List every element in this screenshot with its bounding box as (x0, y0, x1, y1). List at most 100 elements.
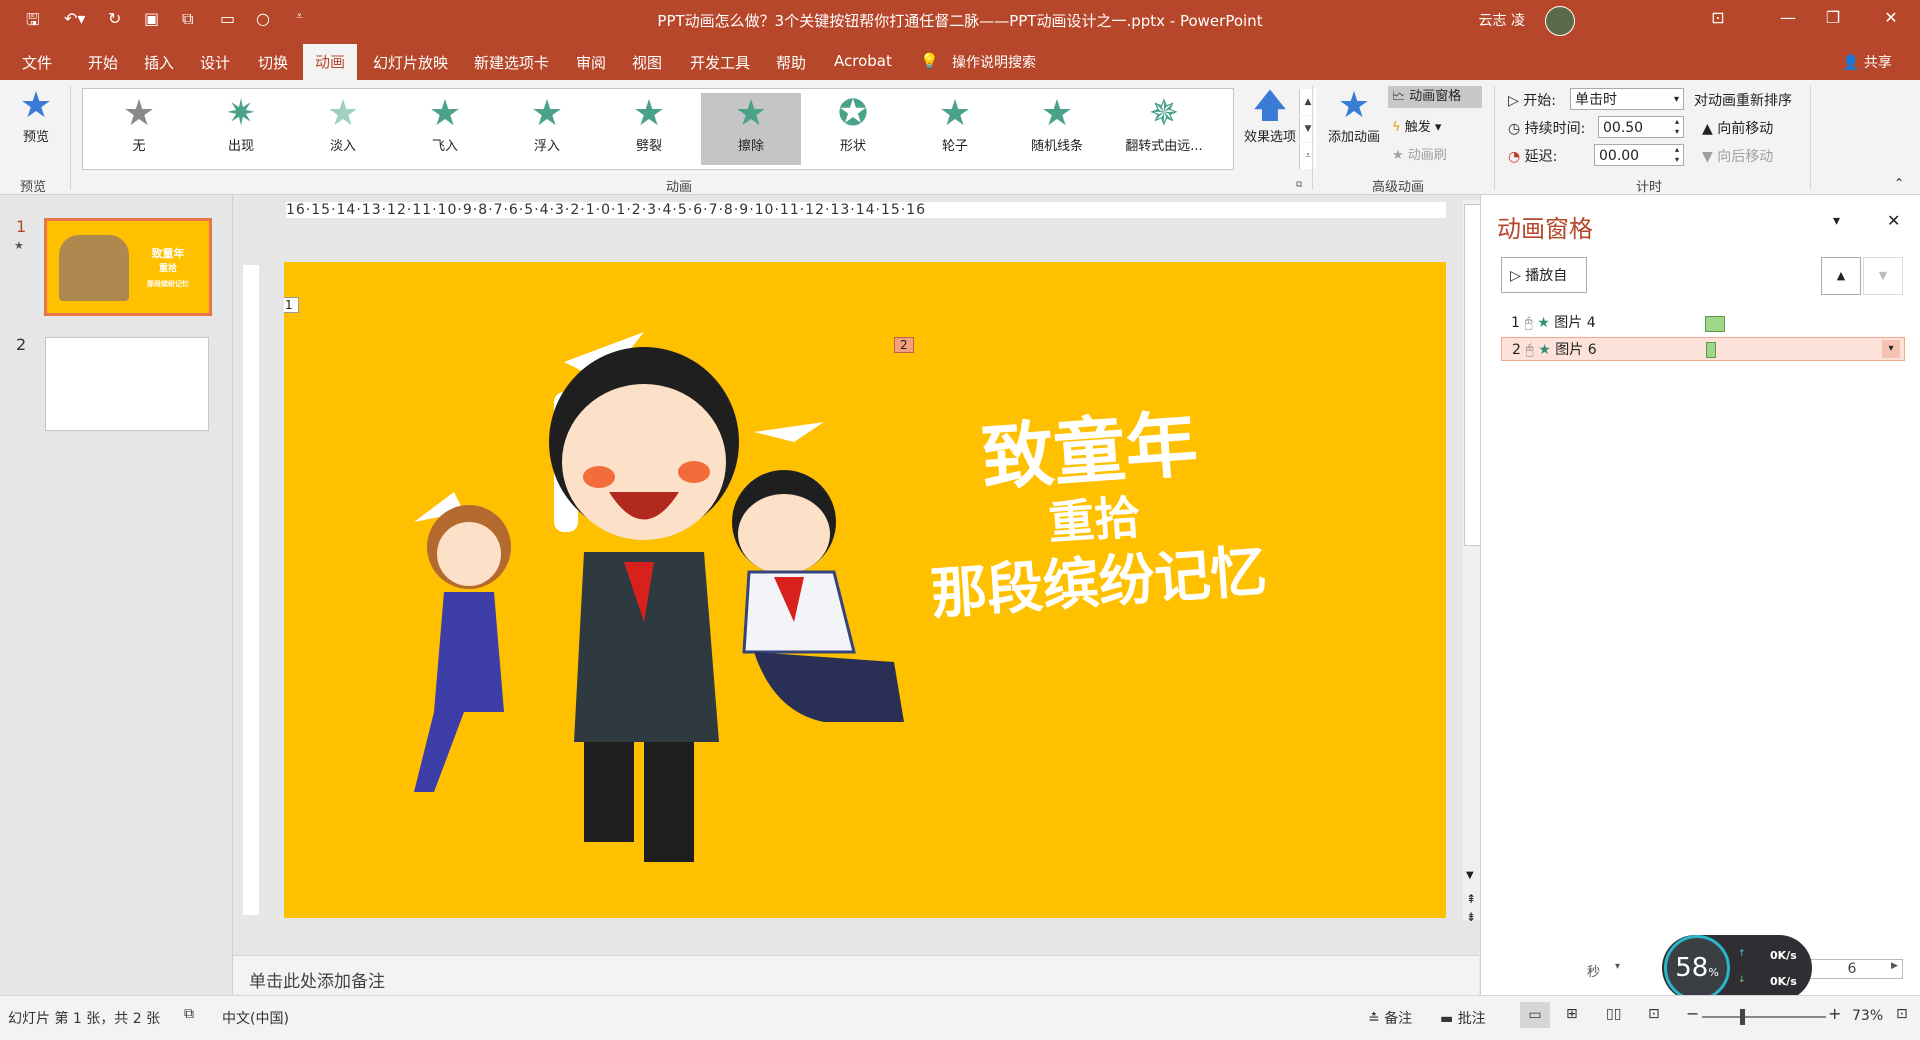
anim-random-bars[interactable]: ★ 随机线条 (1007, 93, 1107, 165)
tab-review[interactable]: 审阅 (576, 52, 606, 73)
add-animation-button[interactable]: ★ 添加动画 (1322, 86, 1386, 146)
restore-icon[interactable]: ❐ (1810, 8, 1856, 27)
anim-fly-in[interactable]: ★ 飞入 (395, 93, 495, 165)
close-icon[interactable]: ✕ (1868, 8, 1914, 27)
start-select[interactable]: 单击时 ▾ (1570, 88, 1684, 110)
pane-options-icon[interactable]: ▾ (1833, 213, 1840, 229)
tab-help[interactable]: 帮助 (776, 52, 806, 73)
anim-split[interactable]: ★ 劈裂 (599, 93, 699, 165)
zoom-thumb[interactable] (1740, 1009, 1745, 1025)
trigger-button[interactable]: ϟ 触发 ▾ (1392, 116, 1441, 135)
slide-info[interactable]: 幻灯片 第 1 张，共 2 张 (8, 1008, 160, 1028)
timeline-bar[interactable] (1705, 316, 1725, 332)
item-dropdown-icon[interactable]: ▾ (1882, 340, 1900, 358)
timeline-unit[interactable]: 秒 (1587, 961, 1600, 980)
animation-pane: 动画窗格 ▾ ✕ ▷ 播放自 ▲ ▼ 1 🖰 ★ 图片 4 2 🖰 ★ 图片 6… (1480, 195, 1920, 995)
move-earlier-button[interactable]: ▲ 向前移动 (1702, 118, 1773, 138)
tab-animations[interactable]: 动画 (303, 44, 358, 80)
gallery-more-icon[interactable]: ⩡ (1299, 143, 1316, 169)
notes-pane[interactable]: 单击此处添加备注 (233, 955, 1479, 996)
zoom-out-icon[interactable]: − (1686, 1004, 1699, 1023)
timeline-scale[interactable]: 6 (1801, 959, 1903, 979)
tab-insert[interactable]: 插入 (144, 52, 174, 73)
network-widget[interactable]: 58% ↑ 0K/s ↓ 0K/s (1662, 935, 1812, 1001)
collapse-ribbon-icon[interactable]: ⌃ (1894, 176, 1904, 190)
tab-view[interactable]: 视图 (632, 52, 662, 73)
tab-acrobat[interactable]: Acrobat (834, 52, 892, 70)
vertical-scrollbar[interactable]: ▼ ⇞ ⇟ (1463, 200, 1482, 924)
slide-thumbnail-1[interactable]: 致童年 重拾 那段缤纷记忆 (44, 218, 212, 316)
animation-pane-button[interactable]: 🗠 动画窗格 (1388, 86, 1482, 108)
scroll-down-icon[interactable]: ▼ (1466, 870, 1474, 881)
tell-me-search[interactable]: 操作说明搜索 (952, 52, 1036, 72)
timeline-bar[interactable] (1706, 342, 1716, 358)
upload-arrow-icon: ↑ (1738, 949, 1746, 959)
lightning-icon: ϟ (1392, 120, 1401, 135)
tab-design[interactable]: 设计 (200, 52, 230, 73)
anim-fade[interactable]: ★ 淡入 (293, 93, 393, 165)
anim-wheel[interactable]: ★ 轮子 (905, 93, 1005, 165)
tab-file[interactable]: 文件 (22, 52, 52, 73)
zoom-in-icon[interactable]: + (1828, 1004, 1841, 1023)
star-turn-icon: ✵ (1148, 93, 1180, 134)
move-later-button[interactable]: ▼ 向后移动 (1702, 146, 1773, 166)
tab-new-tab[interactable]: 新建选项卡 (474, 52, 549, 73)
duration-input[interactable]: 00.50 ▴ ▾ (1598, 116, 1684, 138)
thumb-characters (59, 235, 129, 301)
anim-float-in[interactable]: ★ 浮入 (497, 93, 597, 165)
anim-grow-turn[interactable]: ✵ 翻转式由远... (1109, 93, 1219, 165)
anim-shape[interactable]: ✪ 形状 (803, 93, 903, 165)
tab-transitions[interactable]: 切换 (258, 52, 288, 73)
minimize-icon[interactable]: — (1765, 8, 1811, 27)
notes-button[interactable]: ≛ 备注 (1368, 1008, 1412, 1028)
share-button[interactable]: 👤 共享 (1842, 52, 1892, 72)
fit-slide-icon[interactable]: ⊡ (1896, 1006, 1908, 1022)
dialog-launcher-icon[interactable]: ⧉ (1296, 180, 1302, 190)
effect-options-button[interactable]: 🡅 效果选项 (1240, 86, 1300, 145)
delay-input[interactable]: 00.00 ▴ ▾ (1594, 144, 1684, 166)
spin-icon[interactable]: ▴ ▾ (1675, 117, 1679, 137)
spellcheck-icon[interactable]: ⧉ (184, 1006, 194, 1022)
animation-painter-button[interactable]: ★ 动画刷 (1392, 144, 1447, 163)
chevron-down-icon[interactable]: ▾ (1615, 961, 1620, 972)
zoom-level[interactable]: 73% (1852, 1008, 1883, 1024)
slide-thumbnail-2[interactable] (45, 337, 209, 431)
sorter-view-icon[interactable]: ⊞ (1566, 1006, 1578, 1022)
timeline-next-icon[interactable]: ▶ (1891, 961, 1898, 971)
anim-appear[interactable]: ✷ 出现 (191, 93, 291, 165)
normal-view-icon[interactable]: ▭ (1520, 1002, 1550, 1028)
comment-icon: ▬ (1440, 1011, 1454, 1027)
star-icon: ★ (326, 93, 360, 134)
avatar[interactable] (1545, 6, 1575, 36)
gallery-down-icon[interactable]: ▼ (1299, 116, 1316, 142)
anim-wipe[interactable]: ★ 擦除 (701, 93, 801, 165)
user-name[interactable]: 云志 凌 (1479, 10, 1525, 30)
reading-view-icon[interactable]: ▯▯ (1606, 1006, 1621, 1022)
comments-button[interactable]: ▬ 批注 (1440, 1008, 1486, 1028)
anim-tag-1[interactable]: 1 (284, 297, 299, 313)
slideshow-view-icon[interactable]: ⊡ (1648, 1006, 1660, 1022)
cartoon-children-image[interactable] (354, 322, 974, 918)
spin-icon[interactable]: ▴ ▾ (1675, 145, 1679, 165)
anim-list-item-1[interactable]: 1 🖰 ★ 图片 4 (1501, 311, 1905, 335)
prev-slide-icon[interactable]: ⇞ (1466, 892, 1476, 906)
tab-home[interactable]: 开始 (88, 52, 118, 73)
preview-button[interactable]: ★ 预览 (14, 86, 58, 146)
next-slide-icon[interactable]: ⇟ (1466, 910, 1476, 924)
start-label: ▷ 开始: (1508, 93, 1556, 109)
zoom-slider[interactable] (1702, 1016, 1826, 1018)
gallery-up-icon[interactable]: ▲ (1299, 89, 1316, 115)
anim-list-item-2[interactable]: 2 🖰 ★ 图片 6 ▾ (1501, 337, 1905, 361)
play-from-button[interactable]: ▷ 播放自 (1501, 257, 1587, 293)
slide-canvas[interactable]: 1 2 致童年 重拾 那段缤纷记忆 (284, 262, 1446, 918)
close-pane-icon[interactable]: ✕ (1887, 211, 1900, 230)
language-indicator[interactable]: 中文(中国) (222, 1008, 289, 1028)
move-down-button[interactable]: ▼ (1863, 257, 1903, 295)
tab-slideshow[interactable]: 幻灯片放映 (373, 52, 448, 73)
slide-title-text[interactable]: 致童年 重拾 那段缤纷记忆 (887, 396, 1301, 631)
ribbon-display-icon[interactable]: ⊡ (1695, 8, 1741, 27)
star-fly-icon: ★ (428, 93, 462, 134)
anim-none[interactable]: ★ 无 (89, 93, 189, 165)
move-up-button[interactable]: ▲ (1821, 257, 1861, 295)
tab-developer[interactable]: 开发工具 (690, 52, 750, 73)
